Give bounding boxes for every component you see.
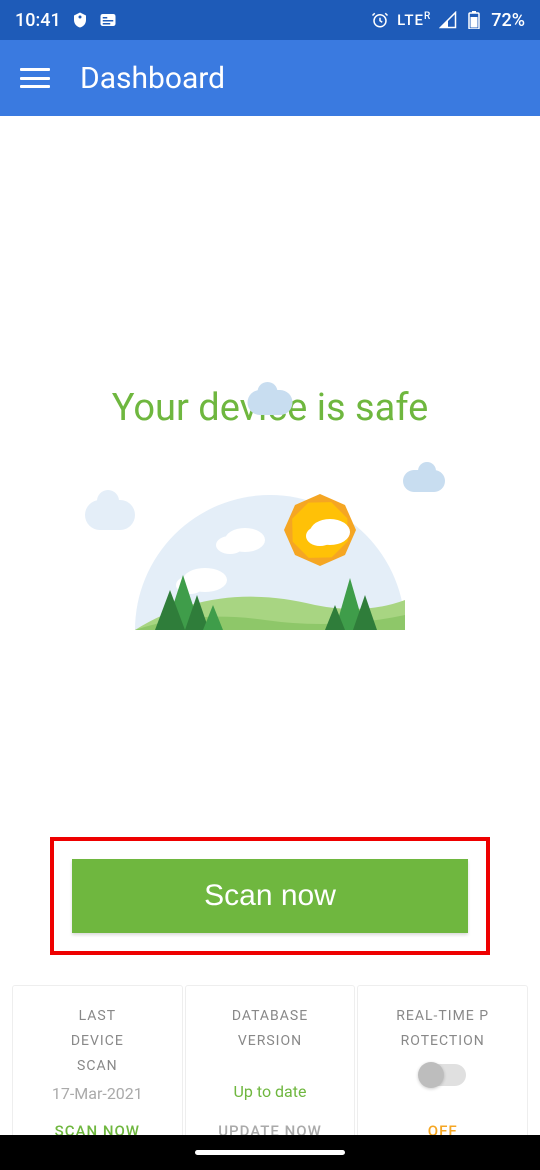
cloud-icon bbox=[85, 500, 135, 530]
status-time: 10:41 bbox=[15, 10, 61, 31]
card-title: LAST DEVICE SCAN bbox=[71, 1004, 124, 1080]
app-notification-icon-1 bbox=[71, 11, 89, 29]
network-label: LTER bbox=[397, 11, 431, 29]
database-status: Up to date bbox=[234, 1082, 307, 1101]
scan-button-highlight: Scan now bbox=[50, 837, 490, 955]
status-bar: 10:41 LTER 72% bbox=[0, 0, 540, 40]
info-cards: LAST DEVICE SCAN 17-Mar-2021 SCAN NOW DA… bbox=[12, 985, 528, 1153]
status-right: LTER 72% bbox=[371, 10, 525, 31]
cloud-icon bbox=[403, 470, 445, 492]
android-nav-bar bbox=[0, 1135, 540, 1170]
alarm-icon bbox=[371, 11, 389, 29]
page-title: Dashboard bbox=[80, 61, 225, 96]
battery-icon bbox=[465, 11, 483, 29]
realtime-toggle[interactable] bbox=[420, 1064, 466, 1086]
app-bar: Dashboard bbox=[0, 40, 540, 116]
app-notification-icon-2 bbox=[99, 11, 117, 29]
card-title: DATABASE VERSION bbox=[232, 1004, 308, 1054]
battery-percent: 72% bbox=[491, 10, 525, 31]
database-card: DATABASE VERSION Up to date UPDATE NOW bbox=[185, 985, 356, 1153]
menu-icon[interactable] bbox=[20, 68, 50, 88]
landscape-illustration bbox=[135, 460, 405, 630]
nav-handle[interactable] bbox=[195, 1150, 345, 1155]
card-title: REAL-TIME P ROTECTION bbox=[396, 1004, 489, 1054]
signal-icon bbox=[439, 11, 457, 29]
last-scan-card: LAST DEVICE SCAN 17-Mar-2021 SCAN NOW bbox=[12, 985, 183, 1153]
cloud-icon bbox=[248, 390, 293, 415]
scan-now-button[interactable]: Scan now bbox=[72, 859, 468, 933]
main-content: Your device is safe bbox=[0, 116, 540, 955]
last-scan-date: 17-Mar-2021 bbox=[52, 1084, 143, 1103]
toggle-knob bbox=[418, 1062, 444, 1088]
status-left: 10:41 bbox=[15, 10, 117, 31]
realtime-card: REAL-TIME P ROTECTION OFF bbox=[357, 985, 528, 1153]
